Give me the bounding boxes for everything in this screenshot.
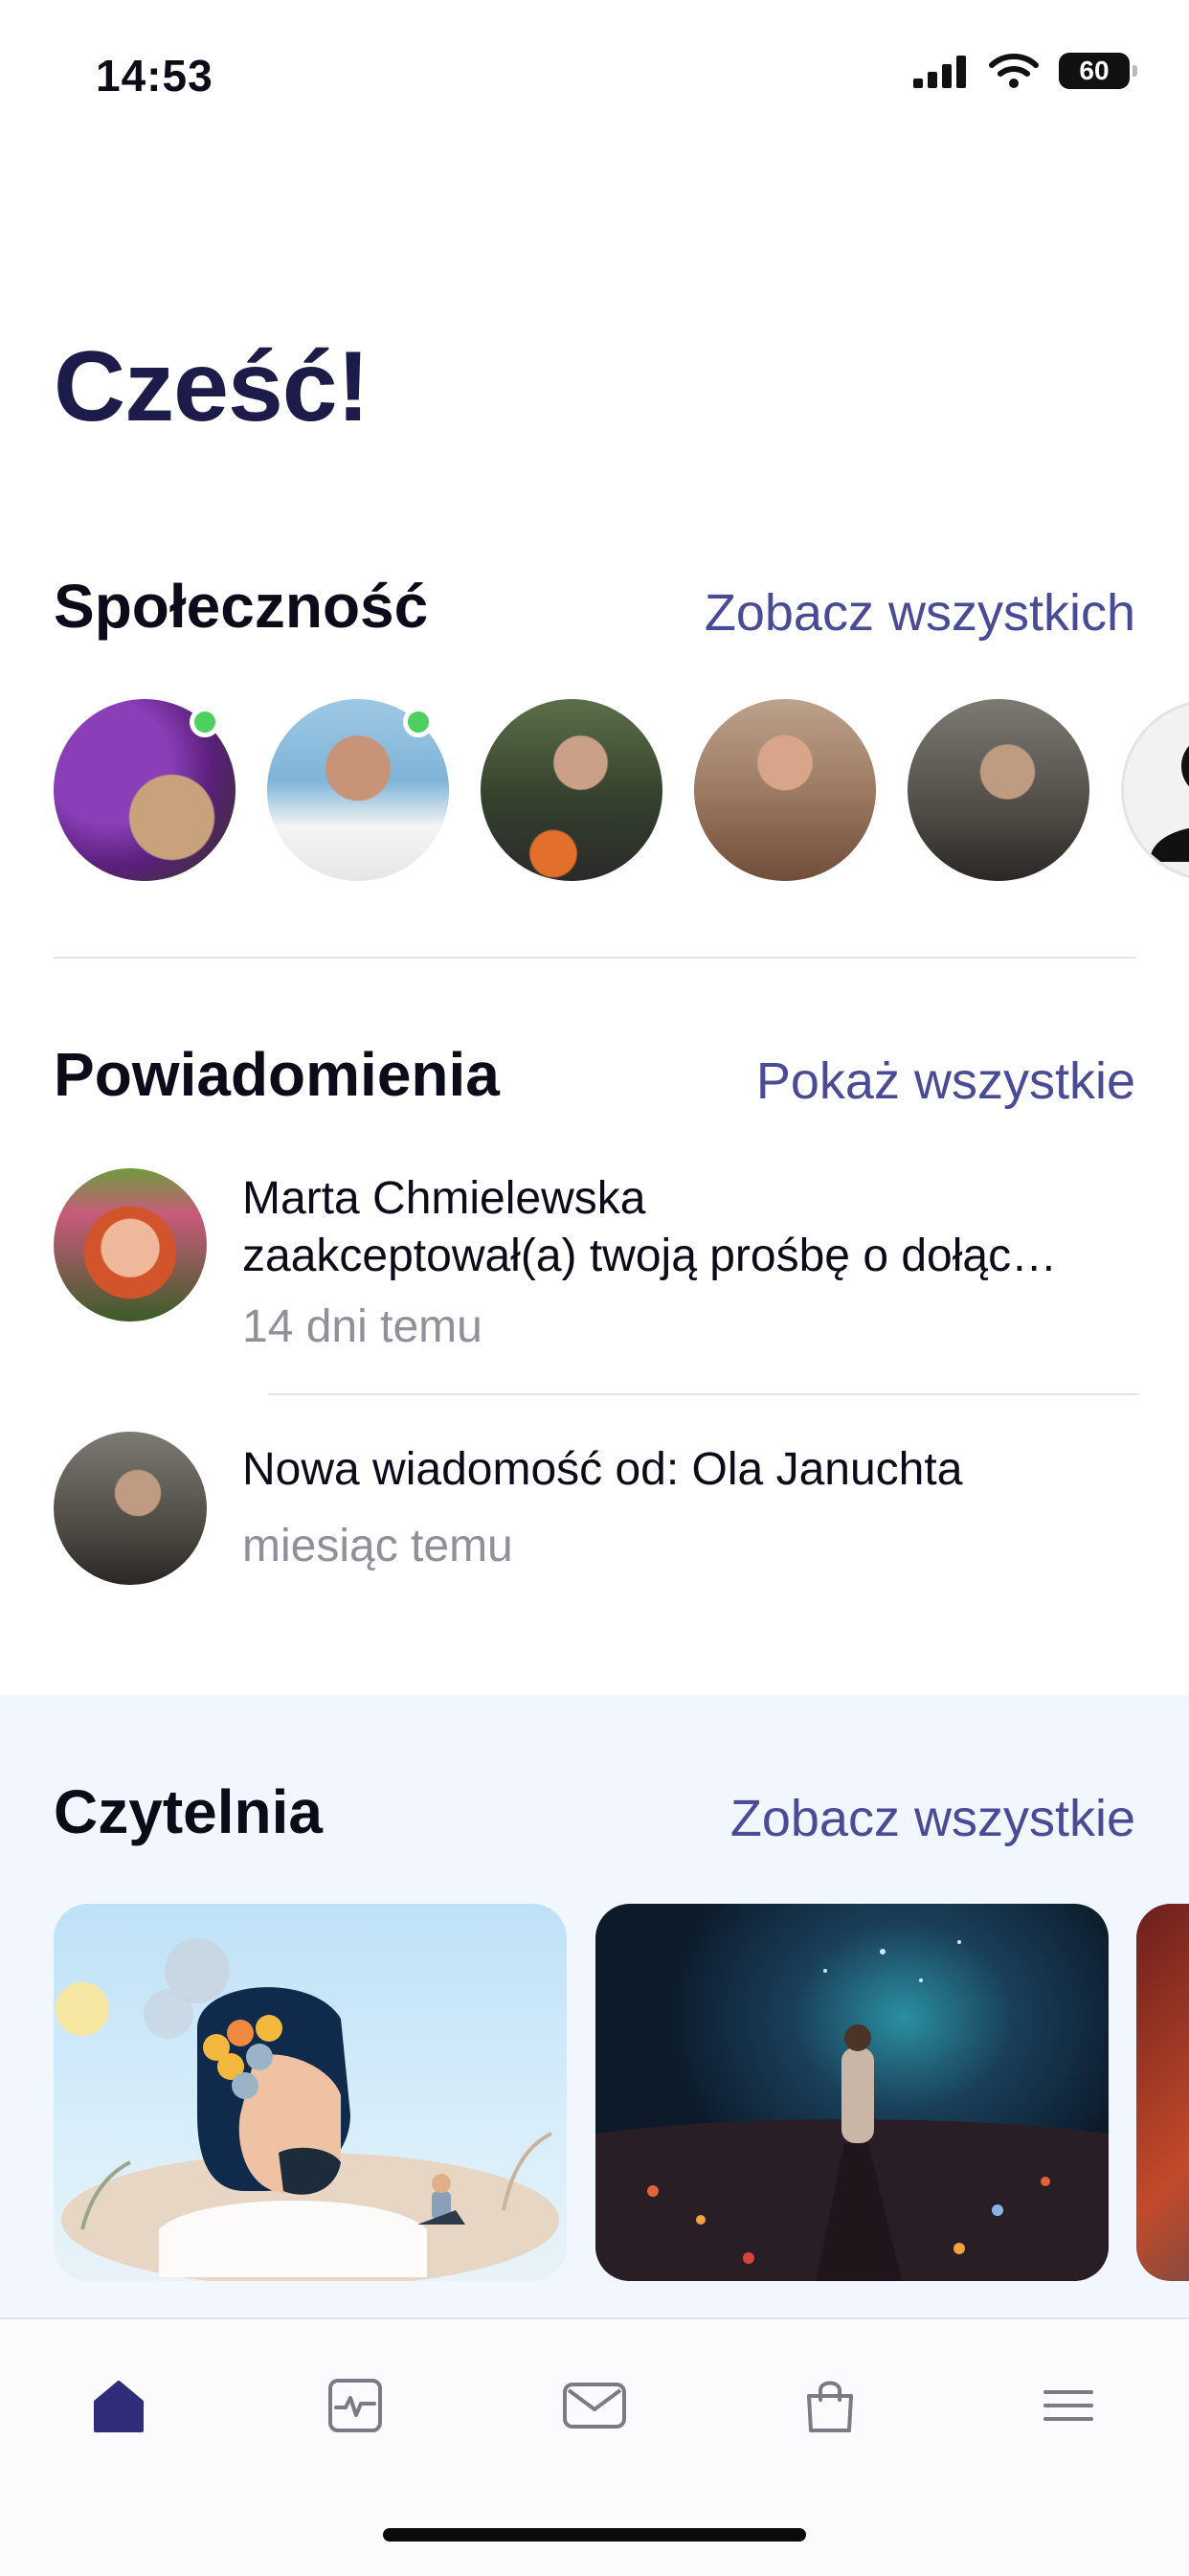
community-see-all-link[interactable]: Zobacz wszystkich: [705, 583, 1135, 643]
menu-icon: [1043, 2390, 1093, 2421]
online-indicator: [190, 707, 220, 737]
page-title: Cześć!: [54, 331, 370, 442]
notifications-see-all-link[interactable]: Pokaż wszystkie: [756, 1051, 1135, 1111]
nav-activity[interactable]: [317, 2367, 393, 2444]
community-avatar[interactable]: [1121, 699, 1189, 881]
status-time: 14:53: [96, 51, 213, 101]
notification-text: Nowa wiadomość od: Ola Januchta: [242, 1441, 1133, 1499]
notification-line: Nowa wiadomość od: Ola Januchta: [242, 1444, 963, 1495]
notification-item[interactable]: Marta Chmielewska zaakceptował(a) twoją …: [54, 1166, 1135, 1358]
nav-home[interactable]: [80, 2367, 157, 2444]
mail-icon: [563, 2383, 626, 2429]
community-avatar[interactable]: [481, 699, 662, 881]
home-icon: [94, 2381, 144, 2432]
nav-shop[interactable]: [792, 2367, 868, 2444]
notification-line: Marta Chmielewska: [242, 1173, 646, 1224]
article-card[interactable]: [54, 1904, 567, 2281]
article-illustration: [595, 1940, 1109, 2281]
notifications-title: Powiadomienia: [54, 1040, 500, 1109]
section-divider: [54, 957, 1135, 959]
notification-separator: [268, 1393, 1139, 1395]
article-card[interactable]: [595, 1904, 1109, 2281]
reading-cards: [54, 1904, 1189, 2281]
battery-icon: 60: [1059, 53, 1137, 89]
nav-messages[interactable]: [556, 2367, 633, 2444]
online-indicator: [403, 707, 434, 737]
home-indicator[interactable]: [383, 2528, 806, 2542]
community-avatar[interactable]: [694, 699, 876, 881]
notification-text: Marta Chmielewska zaakceptował(a) twoją …: [242, 1170, 1133, 1285]
reading-see-all-link[interactable]: Zobacz wszystkie: [730, 1789, 1135, 1848]
shopping-bag-icon: [807, 2381, 853, 2432]
status-bar: 14:53 60: [0, 0, 1189, 153]
activity-icon: [328, 2379, 382, 2432]
community-avatar[interactable]: [908, 699, 1089, 881]
community-title: Społeczność: [54, 572, 429, 641]
nav-menu[interactable]: [1030, 2367, 1107, 2444]
status-icons: 60: [913, 52, 1137, 90]
cellular-signal-icon: [913, 56, 966, 88]
article-illustration: [56, 1938, 559, 2281]
community-avatars: [54, 699, 1189, 885]
reading-title: Czytelnia: [54, 1777, 323, 1846]
avatar: [54, 1432, 207, 1585]
user-placeholder-icon: [1150, 745, 1189, 862]
battery-level: 60: [1079, 56, 1110, 85]
avatar: [54, 1168, 207, 1322]
notification-item[interactable]: Nowa wiadomość od: Ola Januchta miesiąc …: [54, 1432, 1135, 1594]
article-card[interactable]: [1136, 1904, 1189, 2281]
notification-time: 14 dni temu: [242, 1301, 482, 1352]
notification-line: zaakceptował(a) twoją prośbę o dołąc…: [242, 1231, 1058, 1281]
notification-time: miesiąc temu: [242, 1521, 513, 1571]
wifi-icon: [989, 54, 1039, 88]
